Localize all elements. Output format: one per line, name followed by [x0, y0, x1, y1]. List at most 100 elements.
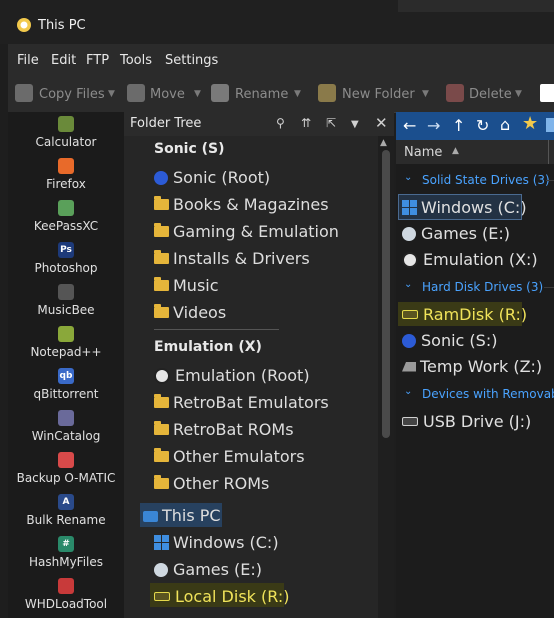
folder-icon	[154, 448, 169, 462]
delete-button[interactable]: Delete	[469, 87, 512, 102]
view-icon[interactable]	[546, 118, 554, 132]
up-arrow-icon[interactable]: ↑	[452, 116, 465, 135]
calculator-icon[interactable]	[58, 116, 74, 132]
drive-item[interactable]: Temp Work (Z:)	[402, 357, 542, 376]
launcher-label[interactable]: HashMyFiles	[8, 555, 124, 569]
collapse-group-icon[interactable]: ⌄	[404, 279, 412, 290]
collapse-group-icon[interactable]: ⌄	[404, 172, 412, 183]
hashmyfiles-icon[interactable]: #	[58, 536, 74, 552]
home-icon[interactable]: ⌂	[500, 115, 510, 134]
launcher-label[interactable]: Firefox	[8, 177, 124, 191]
menu-file[interactable]: File	[17, 53, 39, 68]
launcher-label[interactable]: Notepad++	[8, 345, 124, 359]
steam-icon	[154, 562, 168, 577]
menu-edit[interactable]: Edit	[51, 53, 76, 68]
drive-item[interactable]: Emulation (X:)	[402, 250, 538, 269]
tree-item[interactable]: Music	[154, 276, 219, 295]
refresh-icon[interactable]: ↻	[476, 116, 489, 135]
background-window-strip	[398, 0, 554, 12]
tree-item-sonic-root[interactable]: Sonic (Root)	[154, 168, 270, 187]
group-header-ssd[interactable]: Solid State Drives (3)	[422, 173, 550, 187]
tree-item[interactable]: Installs & Drivers	[154, 249, 310, 268]
sort-ascending-icon: ▲	[452, 146, 459, 156]
scrollbar-thumb[interactable]	[382, 150, 390, 438]
notepadpp-icon[interactable]	[58, 326, 74, 342]
drive-item-ramdisk[interactable]: RamDisk (R:)	[402, 305, 527, 324]
scroll-up-icon[interactable]: ▲	[380, 138, 387, 148]
tree-item-this-pc[interactable]: This PC	[143, 506, 221, 525]
tree-section-sonic[interactable]: Sonic (S)	[154, 141, 225, 157]
menu-settings[interactable]: Settings	[165, 53, 218, 68]
tree-item[interactable]: Videos	[154, 303, 226, 322]
group-header-hdd[interactable]: Hard Disk Drives (3)	[422, 280, 543, 294]
steam-icon	[402, 226, 416, 241]
layout-icon[interactable]	[540, 84, 554, 102]
emulation-icon	[154, 367, 170, 384]
delete-icon	[446, 84, 464, 102]
collapse-group-icon[interactable]: ⌄	[404, 386, 412, 397]
column-name[interactable]: Name	[404, 145, 442, 160]
move-dropdown-icon[interactable]: ▼	[194, 89, 201, 99]
folder-icon	[154, 421, 169, 435]
launcher-label[interactable]: WinCatalog	[8, 429, 124, 443]
tree-item[interactable]: Gaming & Emulation	[154, 222, 339, 241]
photoshop-icon[interactable]: Ps	[58, 242, 74, 258]
launcher-label[interactable]: Backup O-MATIC	[8, 471, 124, 485]
drive-item[interactable]: Games (E:)	[402, 224, 510, 243]
tree-item-emulation-root[interactable]: Emulation (Root)	[154, 366, 310, 385]
firefox-icon[interactable]	[58, 158, 74, 174]
launcher-label[interactable]: Photoshop	[8, 261, 124, 275]
launcher-label[interactable]: Bulk Rename	[8, 513, 124, 527]
copy-files-button[interactable]: Copy Files	[39, 87, 105, 102]
bulk-rename-icon[interactable]: A	[58, 494, 74, 510]
pin-icon[interactable]: ⇱	[326, 116, 336, 130]
menu-tools[interactable]: Tools	[120, 53, 152, 68]
tree-item[interactable]: Windows (C:)	[154, 533, 279, 552]
backup-omatic-icon[interactable]	[58, 452, 74, 468]
drive-item[interactable]: Sonic (S:)	[402, 331, 497, 350]
collapse-up-icon[interactable]: ⇈	[301, 116, 311, 130]
tree-section-emulation[interactable]: Emulation (X)	[154, 339, 262, 355]
tree-item[interactable]: RetroBat Emulators	[154, 393, 329, 412]
launcher-label[interactable]: Calculator	[8, 135, 124, 149]
new-folder-button[interactable]: New Folder	[342, 87, 415, 102]
rename-dropdown-icon[interactable]: ▼	[294, 89, 301, 99]
sonic-icon	[154, 170, 168, 185]
keepassxc-icon[interactable]	[58, 200, 74, 216]
launcher-label[interactable]: MusicBee	[8, 303, 124, 317]
tree-item[interactable]: Books & Magazines	[154, 195, 329, 214]
tree-item[interactable]: Other Emulators	[154, 447, 305, 466]
column-divider	[548, 140, 549, 164]
forward-arrow-icon[interactable]: →	[427, 116, 440, 135]
launcher-label[interactable]: KeePassXC	[8, 219, 124, 233]
delete-dropdown-icon[interactable]: ▼	[515, 89, 522, 99]
group-header-removable[interactable]: Devices with Removabl	[422, 387, 554, 401]
folder-icon	[154, 196, 169, 210]
drive-item[interactable]: USB Drive (J:)	[402, 412, 531, 431]
musicbee-icon[interactable]	[58, 284, 74, 300]
launcher-label[interactable]: WHDLoadTool	[8, 597, 124, 611]
whdloadtool-icon[interactable]	[58, 578, 74, 594]
search-icon[interactable]: ⚲	[276, 116, 285, 130]
copy-files-dropdown-icon[interactable]: ▼	[108, 89, 115, 99]
move-button[interactable]: Move	[150, 87, 185, 102]
favorites-star-icon[interactable]: ★	[522, 113, 538, 134]
rename-button[interactable]: Rename	[235, 87, 288, 102]
wincatalog-icon[interactable]	[58, 410, 74, 426]
new-folder-icon	[318, 84, 336, 102]
chevron-down-icon[interactable]: ▼	[351, 119, 359, 130]
close-icon[interactable]: ✕	[375, 114, 388, 132]
tree-item[interactable]: Games (E:)	[154, 560, 262, 579]
tree-item[interactable]: RetroBat ROMs	[154, 420, 294, 439]
back-arrow-icon[interactable]: ←	[403, 116, 416, 135]
monitor-icon	[143, 511, 158, 522]
tree-item-local-disk[interactable]: Local Disk (R:)	[154, 587, 290, 606]
launcher-label[interactable]: qBittorrent	[8, 387, 124, 401]
drive-item[interactable]: Windows (C:)	[402, 198, 527, 217]
disk-drive-icon	[402, 310, 418, 319]
windows-drive-icon	[154, 535, 169, 550]
new-folder-dropdown-icon[interactable]: ▼	[422, 89, 429, 99]
qbittorrent-icon[interactable]: qb	[58, 368, 74, 384]
tree-item[interactable]: Other ROMs	[154, 474, 269, 493]
menu-ftp[interactable]: FTP	[86, 53, 109, 68]
